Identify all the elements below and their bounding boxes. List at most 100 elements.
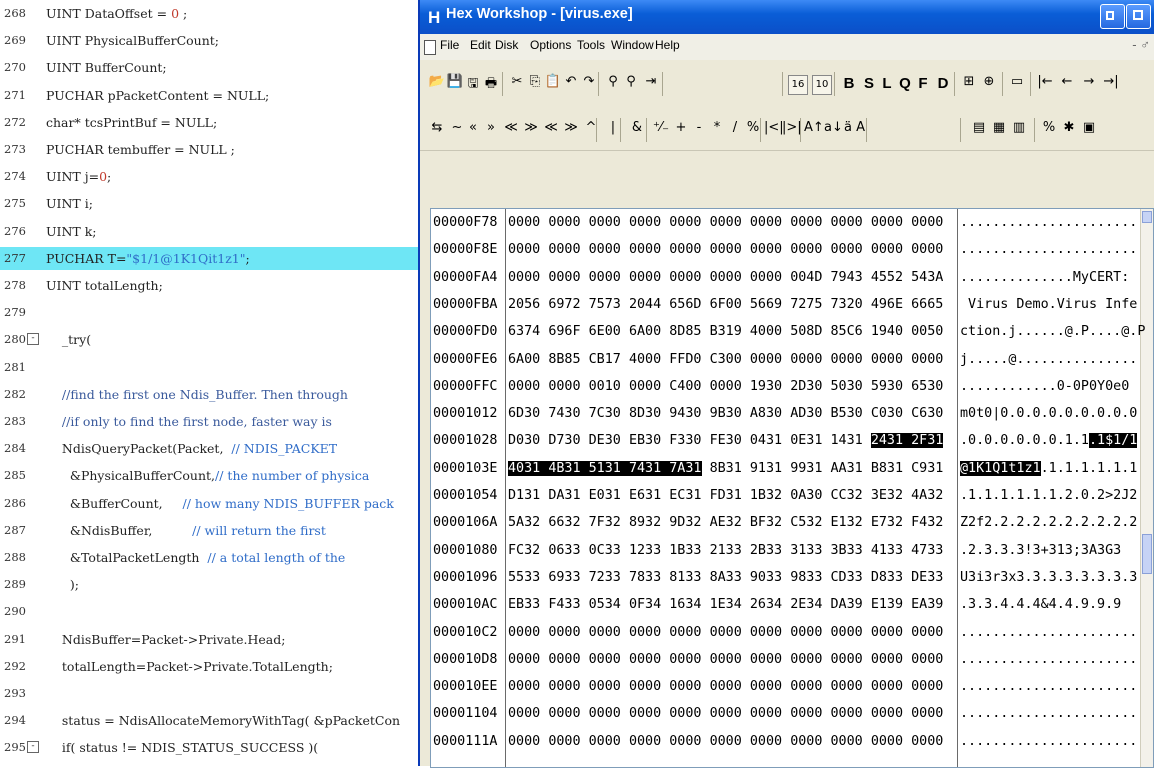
hex-row[interactable]: 00000FFC 0000 0000 0010 0000 C400 0000 19…	[431, 376, 1139, 398]
hex-word[interactable]: 1B33	[669, 543, 701, 558]
hex-word[interactable]: 0431	[750, 433, 782, 448]
hex-word[interactable]: 696F	[548, 324, 580, 339]
hex-word[interactable]: 6530	[911, 379, 943, 394]
hex-row[interactable]: 00000FA4 0000 0000 0000 0000 0000 0000 00…	[431, 267, 1139, 289]
hex-word[interactable]: FD31	[710, 488, 742, 503]
print-icon[interactable]: 🖶	[482, 74, 500, 94]
scroll-up-button[interactable]	[1142, 211, 1152, 223]
hex-word[interactable]: 0000	[548, 379, 580, 394]
paste-icon[interactable]: 📋	[544, 74, 562, 94]
hex-word[interactable]: C630	[911, 406, 943, 421]
hex-word[interactable]: 6A00	[508, 352, 540, 367]
hex-word[interactable]: 8A33	[710, 570, 742, 585]
hex-word[interactable]: 4133	[871, 543, 903, 558]
hex-word[interactable]: 0000	[710, 679, 742, 694]
hex-word[interactable]: 2431	[870, 433, 904, 449]
hex-word[interactable]: B319	[710, 324, 742, 339]
hex-word[interactable]: 0000	[911, 652, 943, 667]
code-line[interactable]: 286 &BufferCount, // how many NDIS_BUFFE…	[0, 492, 430, 515]
hex-word[interactable]: 2F31	[911, 433, 944, 449]
menu-item-tools[interactable]: Tools	[577, 38, 605, 52]
hex-word[interactable]: 0000	[790, 679, 822, 694]
hex-word[interactable]: 8B85	[548, 352, 580, 367]
hex-word[interactable]: 4B31	[548, 460, 581, 476]
hex-word[interactable]: 3133	[790, 543, 822, 558]
restore-button[interactable]	[1100, 4, 1125, 29]
code-line[interactable]: 291 NdisBuffer=Packet->Private.Head;	[0, 628, 430, 651]
row-bytes[interactable]: 6D30 7430 7C30 8D30 9430 9B30 A830 AD30 …	[508, 403, 943, 425]
hex-word[interactable]: C030	[871, 406, 903, 421]
code-line[interactable]: 285 &PhysicalBufferCount,// the number o…	[0, 464, 430, 487]
hex-word[interactable]: 6665	[911, 297, 943, 312]
hex-word[interactable]: 0000	[911, 734, 943, 749]
hex-word[interactable]: 2056	[508, 297, 540, 312]
hex-word[interactable]: 8B31	[710, 461, 742, 476]
hex-word[interactable]: 0000	[750, 679, 782, 694]
code-line[interactable]: 275 UINT i;	[0, 192, 430, 215]
hex-word[interactable]: 7233	[589, 570, 621, 585]
hex-word[interactable]: 0000	[589, 679, 621, 694]
hex-word[interactable]: 496E	[871, 297, 903, 312]
hex-word[interactable]: EB30	[629, 433, 661, 448]
code-line[interactable]: 271 PUCHAR pPacketContent = NULL;	[0, 84, 430, 107]
row-bytes[interactable]: 6374 696F 6E00 6A00 8D85 B319 4000 508D …	[508, 321, 943, 343]
hex-word[interactable]: 7430	[548, 406, 580, 421]
hex-word[interactable]: 0534	[589, 597, 621, 612]
hex-word[interactable]: 9131	[750, 461, 782, 476]
hex-word[interactable]: 0000	[548, 625, 580, 640]
menu-item-file[interactable]: File	[440, 38, 459, 52]
hex-word[interactable]: 0000	[548, 652, 580, 667]
hex-word[interactable]: 0000	[790, 706, 822, 721]
hex-word[interactable]: 0E31	[790, 433, 822, 448]
add-icon[interactable]: +	[672, 120, 690, 140]
fold-toggle-icon[interactable]: -	[27, 333, 39, 346]
row-bytes[interactable]: 0000 0000 0000 0000 0000 0000 0000 0000 …	[508, 676, 943, 698]
hex-row[interactable]: 00001104 0000 0000 0000 0000 0000 0000 00…	[431, 703, 1139, 725]
bookmark-icon[interactable]: ⊞	[960, 74, 978, 94]
hex-word[interactable]: 7431	[628, 460, 662, 476]
hex-word[interactable]: EC31	[669, 488, 701, 503]
hex-word[interactable]: 0C33	[589, 543, 621, 558]
multiply-icon[interactable]: *	[708, 120, 726, 140]
hex-word[interactable]: F433	[548, 597, 580, 612]
hex-row[interactable]: 000010EE 0000 0000 0000 0000 0000 0000 00…	[431, 676, 1139, 698]
code-line[interactable]: 277 PUCHAR T="$1/1@1K1Qit1z1";	[0, 246, 430, 270]
hex-word[interactable]: 1940	[871, 324, 903, 339]
hex-word[interactable]: 2133	[710, 543, 742, 558]
fold-toggle-icon[interactable]: -	[27, 741, 39, 754]
hex-word[interactable]: 0000	[790, 734, 822, 749]
swap-right-icon[interactable]: |>|	[782, 120, 802, 140]
hex-word[interactable]: F432	[911, 515, 943, 530]
hex-word[interactable]: 0050	[911, 324, 943, 339]
hex-word[interactable]: 4733	[911, 543, 943, 558]
code-line[interactable]: 269 UINT PhysicalBufferCount;	[0, 29, 430, 52]
hex-word[interactable]: 0000	[548, 215, 580, 230]
hex-word[interactable]: 1930	[750, 379, 782, 394]
hex-word[interactable]: 0000	[548, 242, 580, 257]
hex-word[interactable]: 0000	[508, 706, 540, 721]
hex-word[interactable]: 2044	[629, 297, 661, 312]
row-ascii[interactable]: ......................	[960, 239, 1137, 261]
hex-word[interactable]: 0000	[710, 625, 742, 640]
hex-word[interactable]: 2B33	[750, 543, 782, 558]
hex-word[interactable]: 0000	[669, 679, 701, 694]
hex-word[interactable]: 5131	[588, 460, 621, 476]
hex-word[interactable]: 0000	[629, 379, 661, 394]
hex-word[interactable]: E132	[831, 515, 863, 530]
hex-word[interactable]: 1B32	[750, 488, 782, 503]
hex-word[interactable]: 0000	[669, 270, 701, 285]
hex-word[interactable]: CD33	[831, 570, 863, 585]
hex-word[interactable]: 0010	[589, 379, 621, 394]
hex-word[interactable]: 0000	[629, 652, 661, 667]
save-icon[interactable]: 💾	[446, 74, 464, 94]
hex-word[interactable]: 8D85	[669, 324, 701, 339]
hex-word[interactable]: 2634	[750, 597, 782, 612]
hex-word[interactable]: 6F00	[710, 297, 742, 312]
row-ascii[interactable]: .0.0.0.0.0.0.1.1.1$1/1	[960, 430, 1138, 452]
hex-word[interactable]: 5A32	[508, 515, 540, 530]
code-line[interactable]: 293	[0, 682, 430, 705]
hex-word[interactable]: E031	[589, 488, 621, 503]
hex-word[interactable]: 004D	[790, 270, 822, 285]
swap-left-icon[interactable]: |<|	[764, 120, 784, 140]
short-mode[interactable]: S	[860, 74, 878, 94]
